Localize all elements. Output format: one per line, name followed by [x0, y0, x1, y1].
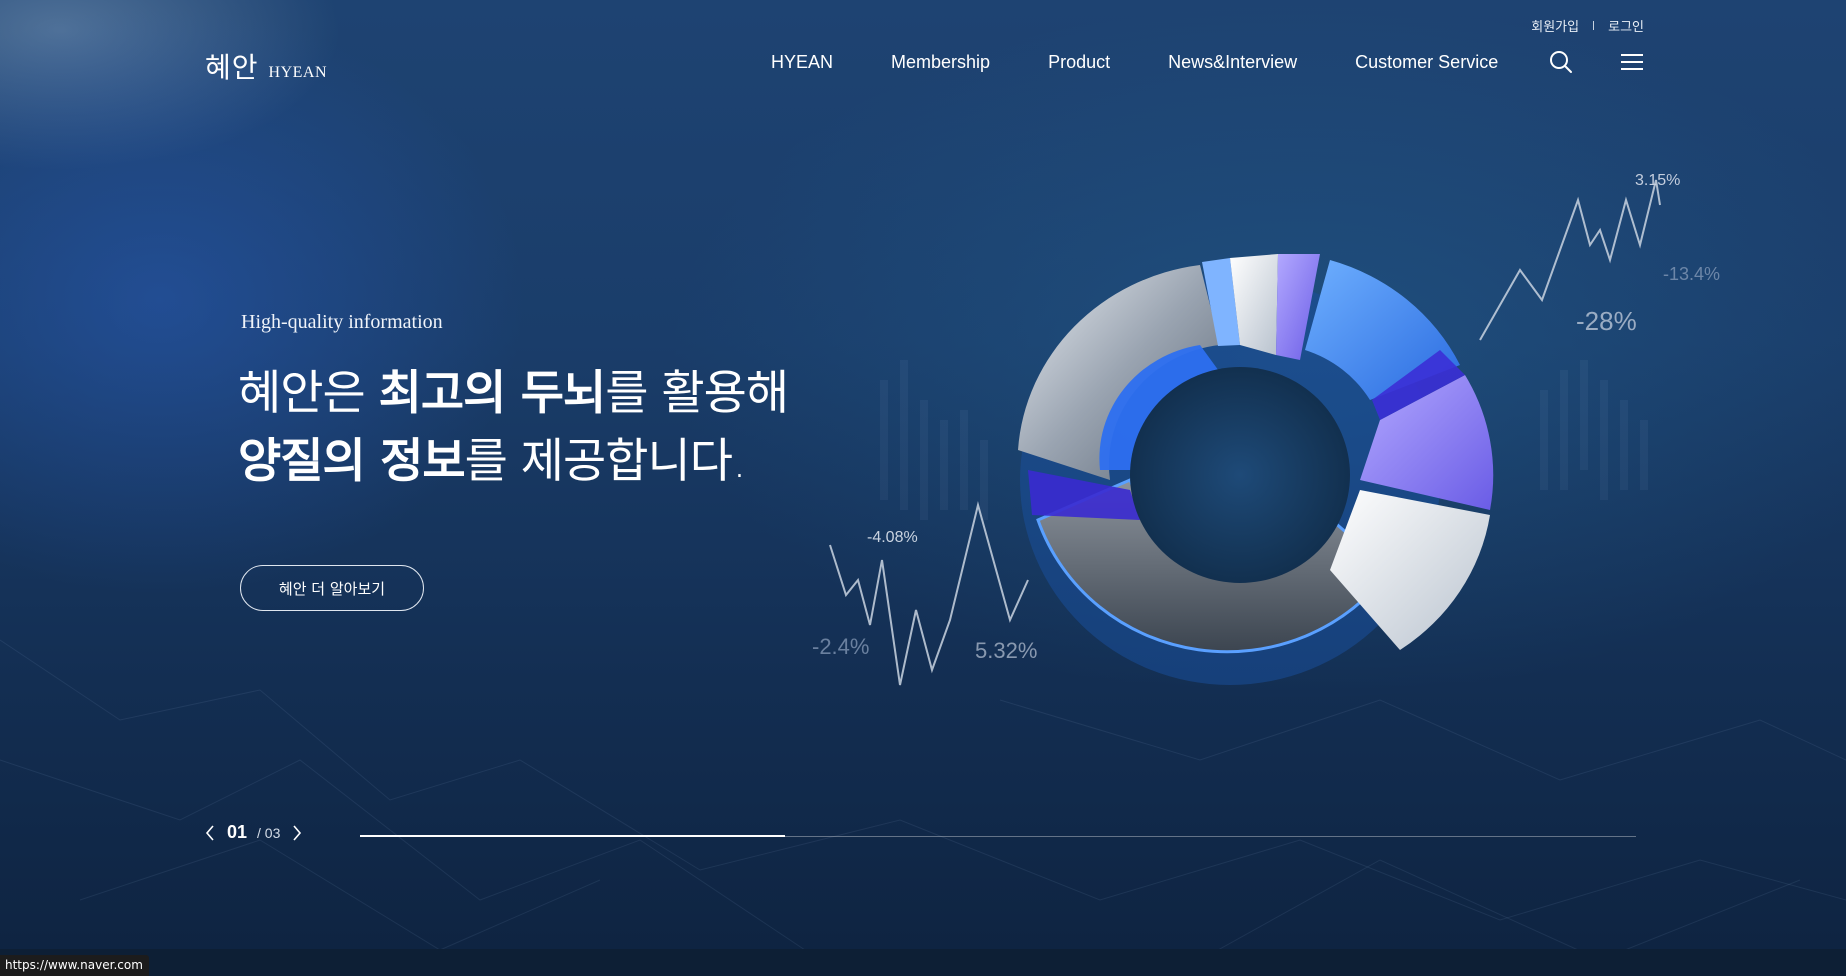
logo-english: HYEAN [268, 64, 328, 81]
headline-line-2: 양질의 정보를 제공합니다. [238, 428, 788, 496]
utility-links: 회원가입 로그인 [1531, 16, 1644, 35]
slide-progress-track [360, 835, 1636, 837]
search-icon[interactable] [1548, 49, 1574, 75]
hero-headline: 혜안은 최고의 두뇌를 활용해 양질의 정보를 제공합니다. [238, 360, 789, 496]
utility-divider [1593, 21, 1595, 30]
chart-label: 3.15% [1635, 172, 1680, 189]
headline-line-1: 혜안은 최고의 두뇌를 활용해 [238, 360, 789, 428]
donut-hole [1130, 367, 1350, 583]
nav-item-customer-service[interactable]: Customer Service [1355, 52, 1498, 73]
pager-current: 01 [227, 822, 248, 842]
nav-item-membership[interactable]: Membership [891, 52, 990, 73]
nav-item-news-interview[interactable]: News&Interview [1168, 52, 1297, 73]
nav-item-product[interactable]: Product [1048, 52, 1110, 73]
bottom-strip [0, 949, 1846, 976]
signup-link[interactable]: 회원가입 [1531, 16, 1579, 35]
headline-text: 를 제공합니다. [464, 434, 747, 489]
site-logo[interactable]: 혜안 HYEAN [205, 46, 327, 86]
chart-label: 5.32% [975, 638, 1037, 663]
main-navigation: HYEAN Membership Product News&Interview … [771, 52, 1498, 73]
chart-label: -28% [1576, 306, 1637, 336]
slide-progress-fill [360, 835, 785, 837]
headline-emphasis: 양질의 정보 [238, 434, 466, 489]
donut-chart-illustration: 3.15% -13.4% -28% -4.08% -2.4% 5.32% [812, 172, 1720, 686]
headline-text: 를 활용해 [605, 366, 789, 421]
login-link[interactable]: 로그인 [1608, 16, 1644, 35]
nav-item-hyean[interactable]: HYEAN [771, 52, 833, 73]
hero-eyebrow: High-quality information [241, 311, 443, 333]
hamburger-menu-icon[interactable] [1619, 49, 1645, 75]
headline-text: 혜안은 [238, 366, 379, 421]
chevron-right-icon[interactable] [290, 824, 304, 842]
chart-label: -4.08% [867, 529, 918, 546]
chart-label: -13.4% [1663, 264, 1720, 284]
pager-total: / 03 [257, 824, 281, 841]
chevron-left-icon[interactable] [203, 824, 217, 842]
status-bar-url: https://www.naver.com [0, 955, 149, 976]
logo-korean: 혜안 [205, 51, 259, 84]
slide-pager: 01 / 03 [203, 822, 304, 843]
headline-emphasis: 최고의 두뇌 [378, 366, 607, 421]
chart-label: -2.4% [812, 634, 869, 659]
learn-more-button[interactable]: 혜안 더 알아보기 [240, 565, 424, 611]
